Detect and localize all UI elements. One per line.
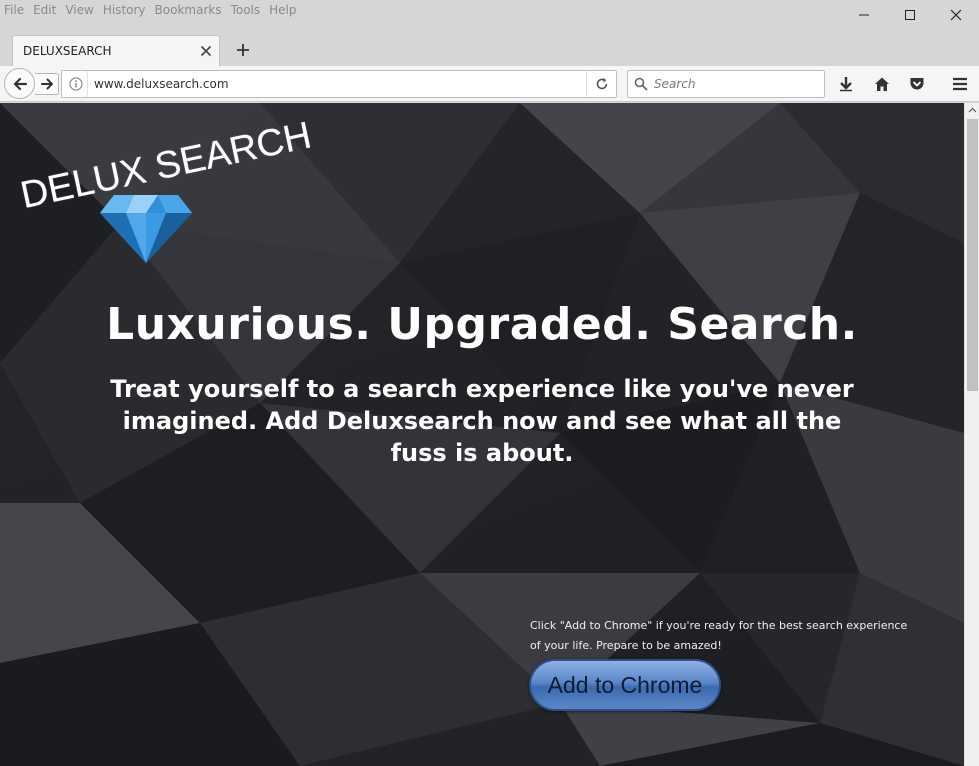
menu-items: File Edit View History Bookmarks Tools H… — [0, 0, 306, 30]
menu-bar: File Edit View History Bookmarks Tools H… — [0, 0, 979, 30]
reload-icon — [596, 78, 607, 90]
menu-view[interactable]: View — [65, 0, 97, 30]
page-content: DELUX SEARCH Luxurious. Upgraded. Search… — [0, 103, 964, 766]
menu-tools[interactable]: Tools — [231, 0, 265, 30]
cta-note: Click "Add to Chrome" if you're ready fo… — [530, 619, 908, 652]
back-arrow-icon — [13, 77, 27, 90]
minimize-icon — [859, 14, 869, 16]
menu-help[interactable]: Help — [269, 0, 300, 30]
close-icon — [200, 45, 212, 57]
home-icon — [875, 77, 889, 91]
search-bar[interactable]: Search — [627, 70, 825, 98]
menu-history[interactable]: History — [103, 0, 150, 30]
forward-arrow-icon — [40, 78, 53, 90]
url-bar[interactable]: www.deluxsearch.com — [61, 70, 617, 98]
subheadline: Treat yourself to a search experience li… — [110, 375, 854, 467]
search-placeholder: Search — [654, 77, 696, 91]
menu-file[interactable]: File — [4, 0, 28, 30]
tab-close-button[interactable] — [193, 38, 219, 64]
menu-edit[interactable]: Edit — [33, 0, 60, 30]
close-window-button[interactable] — [933, 0, 979, 30]
headline: Luxurious. Upgraded. Search. — [106, 299, 858, 350]
vertical-scrollbar[interactable] — [964, 103, 979, 766]
open-menu-button[interactable] — [948, 72, 972, 96]
deluxsearch-logo: DELUX SEARCH — [17, 114, 315, 270]
window-controls — [841, 0, 979, 30]
reload-button[interactable] — [586, 71, 616, 97]
back-button[interactable] — [4, 68, 35, 99]
plus-icon — [237, 44, 249, 56]
close-icon — [950, 9, 962, 21]
navigation-bar: www.deluxsearch.com Search — [0, 66, 979, 102]
home-button[interactable] — [870, 72, 894, 96]
menu-bookmarks[interactable]: Bookmarks — [155, 0, 226, 30]
add-to-chrome-button[interactable]: Add to Chrome — [529, 659, 721, 711]
maximize-button[interactable] — [887, 0, 933, 30]
maximize-icon — [905, 10, 915, 20]
download-icon — [840, 77, 852, 92]
pocket-button[interactable] — [905, 72, 929, 96]
add-to-chrome-label: Add to Chrome — [547, 671, 703, 698]
minimize-button[interactable] — [841, 0, 887, 30]
downloads-button[interactable] — [834, 72, 858, 96]
search-icon — [634, 77, 648, 91]
tab-strip: DELUXSEARCH — [0, 30, 979, 66]
pocket-icon — [910, 78, 924, 90]
chevron-up-icon — [968, 107, 977, 113]
tab-title: DELUXSEARCH — [23, 44, 112, 58]
new-tab-button[interactable] — [232, 39, 254, 61]
hamburger-menu-icon — [953, 77, 967, 91]
tab-deluxsearch[interactable]: DELUXSEARCH — [12, 35, 220, 66]
diamond-icon — [100, 195, 192, 263]
url-text[interactable]: www.deluxsearch.com — [88, 77, 586, 91]
scroll-up-button[interactable] — [965, 103, 979, 117]
forward-button[interactable] — [35, 73, 59, 95]
scroll-thumb[interactable] — [967, 119, 978, 391]
info-icon[interactable] — [64, 71, 88, 97]
